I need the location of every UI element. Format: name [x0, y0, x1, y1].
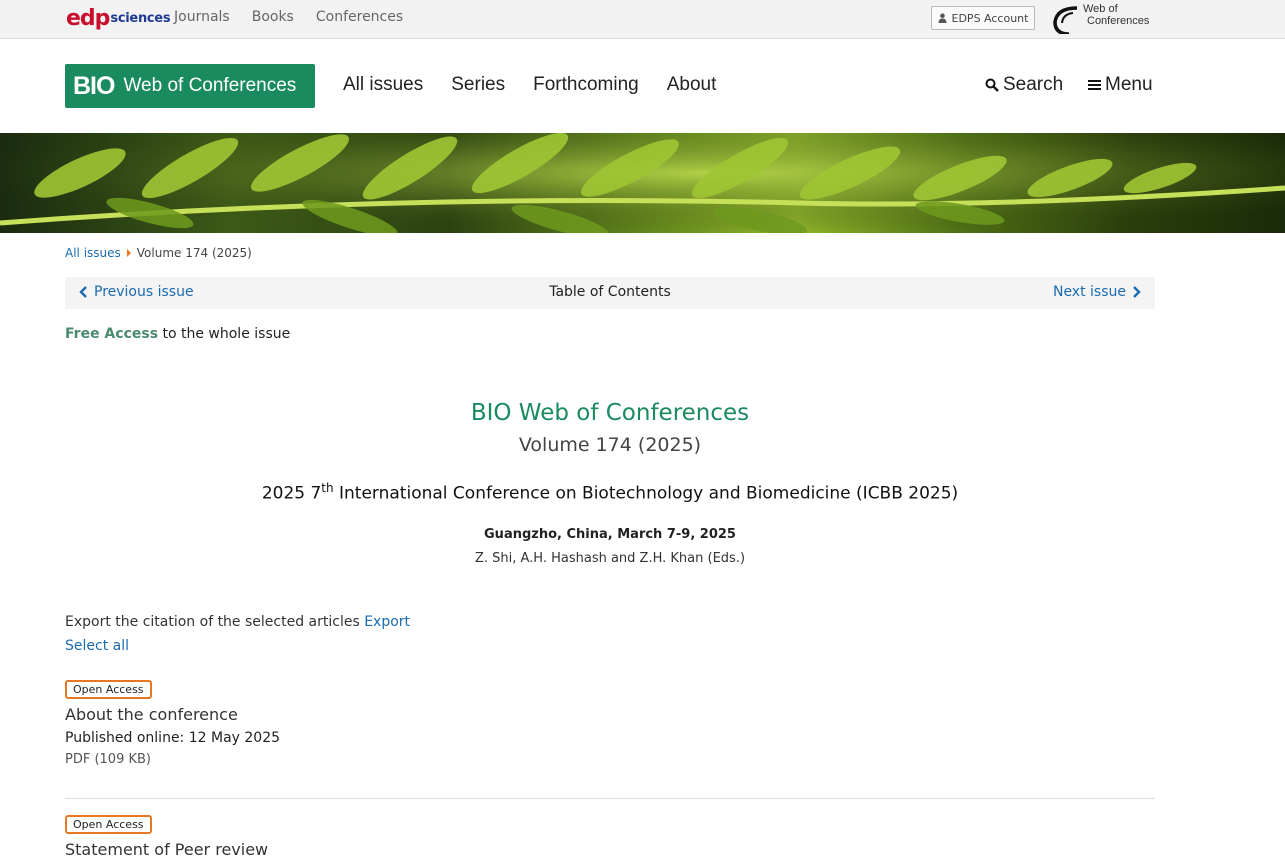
menu-label: Menu: [1105, 74, 1153, 95]
article-title[interactable]: Statement of Peer review: [65, 840, 1155, 859]
nav-all-issues[interactable]: All issues: [343, 74, 423, 96]
woc-arc-icon: [1053, 6, 1078, 34]
article-item: Open Access About the conference Publish…: [65, 680, 1155, 767]
conf-title-post: International Conference on Biotechnolog…: [333, 483, 959, 504]
search-icon: [985, 78, 999, 92]
table-of-contents-label: Table of Contents: [549, 284, 671, 300]
conf-title-sup: th: [321, 481, 334, 495]
breadcrumb: All issues Volume 174 (2025): [65, 246, 252, 260]
edps-account-label: EDPS Account: [951, 11, 1029, 25]
nav-about[interactable]: About: [667, 74, 717, 96]
article-title[interactable]: About the conference: [65, 705, 1155, 724]
breadcrumb-all-issues[interactable]: All issues: [65, 246, 121, 260]
conf-title-pre: 2025 7: [261, 483, 322, 504]
select-all-link[interactable]: Select all: [65, 638, 129, 654]
search-button[interactable]: Search: [985, 74, 1063, 96]
web-of-conferences-logo[interactable]: Web of Conferences: [1049, 1, 1157, 37]
chevron-right-icon: [1133, 286, 1141, 298]
open-access-badge: Open Access: [65, 680, 152, 699]
export-citation: Export the citation of the selected arti…: [65, 614, 410, 630]
top-bar: edp sciences Journals Books Conferences …: [0, 0, 1285, 39]
fern-banner-art: [0, 133, 1285, 233]
conference-title: 2025 7th International Conference on Bio…: [0, 481, 1220, 504]
issue-navigation: Table of Contents Previous issue Next is…: [65, 277, 1155, 309]
conference-place-date: Guangzho, China, March 7-9, 2025: [484, 527, 736, 542]
article-item: Open Access Statement of Peer review: [65, 815, 1155, 859]
logo-sciences-text: sciences: [110, 10, 171, 26]
woc-logo-line1: Web of: [1083, 3, 1118, 15]
free-access-label: Free Access: [65, 326, 159, 342]
export-link[interactable]: Export: [364, 614, 410, 630]
site-header: BIO Web of Conferences All issues Series…: [0, 39, 1285, 133]
nav-forthcoming[interactable]: Forthcoming: [533, 74, 639, 96]
woc-logo-line2: Conferences: [1087, 15, 1150, 27]
article-published-date: Published online: 12 May 2025: [65, 730, 281, 746]
logo-edp-text: edp: [66, 5, 110, 31]
main-nav: All issues Series Forthcoming About: [343, 74, 716, 96]
user-icon: [938, 13, 947, 23]
fern-banner-image: [0, 133, 1285, 233]
previous-issue-link[interactable]: Previous issue: [79, 284, 194, 300]
breadcrumb-current: Volume 174 (2025): [136, 246, 252, 260]
conference-editors: Z. Shi, A.H. Hashash and Z.H. Khan (Eds.…: [474, 551, 746, 566]
edps-account-button[interactable]: EDPS Account: [931, 6, 1035, 30]
bio-woc-brand-logo[interactable]: BIO Web of Conferences: [65, 64, 315, 108]
top-nav-conferences[interactable]: Conferences: [316, 9, 403, 25]
article-divider: [65, 798, 1155, 799]
export-text: Export the citation of the selected arti…: [65, 614, 365, 630]
free-access-notice: Free Access to the whole issue: [65, 326, 290, 342]
top-nav-journals[interactable]: Journals: [174, 9, 230, 25]
volume-title: Volume 174 (2025): [518, 434, 702, 456]
journal-title: BIO Web of Conferences: [470, 400, 750, 426]
top-nav: Journals Books Conferences: [174, 9, 403, 25]
search-label: Search: [1003, 74, 1064, 95]
open-access-badge: Open Access: [65, 815, 152, 834]
hamburger-icon: [1088, 80, 1101, 90]
brand-woc: Web of Conferences: [123, 75, 297, 96]
previous-issue-label: Previous issue: [94, 284, 194, 300]
free-access-rest: to the whole issue: [162, 326, 291, 342]
top-nav-books[interactable]: Books: [252, 9, 294, 25]
menu-button[interactable]: Menu: [1088, 74, 1153, 96]
next-issue-link[interactable]: Next issue: [1053, 284, 1141, 300]
breadcrumb-arrow-icon: [126, 249, 131, 257]
nav-series[interactable]: Series: [451, 74, 505, 96]
next-issue-label: Next issue: [1052, 284, 1126, 300]
edp-sciences-logo[interactable]: edp sciences: [66, 2, 171, 34]
chevron-left-icon: [79, 286, 87, 298]
brand-bio: BIO: [73, 71, 115, 100]
article-pdf-link[interactable]: PDF (109 KB): [65, 752, 1155, 767]
